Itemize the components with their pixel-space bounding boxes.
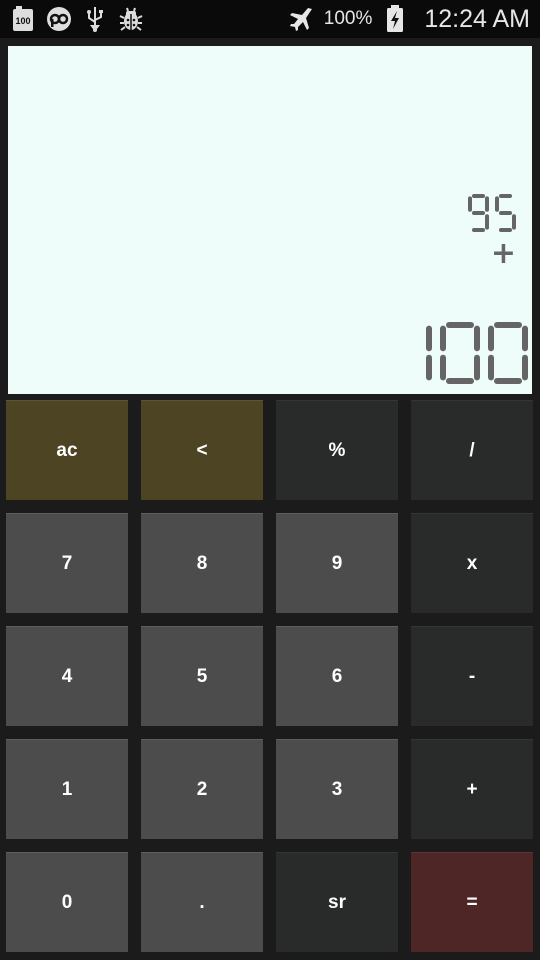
add-button[interactable]: + <box>411 739 533 839</box>
segment-b <box>426 325 432 352</box>
divide-button[interactable]: / <box>411 400 533 500</box>
segment-d <box>499 228 512 232</box>
segment-a <box>446 322 474 328</box>
subtract-button[interactable]: - <box>411 626 533 726</box>
digit-0-button[interactable]: 0 <box>6 852 128 952</box>
current-number-digits <box>426 322 528 384</box>
bug-icon <box>118 6 144 32</box>
segment-e <box>440 354 446 381</box>
segment-a <box>494 322 522 328</box>
usb-icon <box>82 6 108 32</box>
segment-d <box>472 228 485 232</box>
calculator-display: + <box>8 46 532 394</box>
digit-2-button[interactable]: 2 <box>141 739 263 839</box>
equals-button[interactable]: = <box>411 852 533 952</box>
all-clear-button[interactable]: ac <box>6 400 128 500</box>
segment-c <box>512 214 516 230</box>
status-bar: 100 100% 12:24 AM <box>0 0 540 38</box>
segment-b <box>485 196 489 212</box>
decimal-point-button[interactable]: . <box>141 852 263 952</box>
segment-f <box>495 196 499 212</box>
battery-100-icon: 100 <box>10 6 36 32</box>
segment-g <box>499 211 512 215</box>
segment-d <box>446 378 474 384</box>
segment-c <box>474 354 480 381</box>
multiply-button[interactable]: x <box>411 513 533 613</box>
segment-f <box>440 325 446 352</box>
previous-number-digits <box>468 194 516 232</box>
segment-a <box>472 194 485 198</box>
square-root-button[interactable]: sr <box>276 852 398 952</box>
segment-b <box>474 325 480 352</box>
digit-3-button[interactable]: 3 <box>276 739 398 839</box>
battery-charging-icon <box>382 5 408 32</box>
segment-d <box>494 378 522 384</box>
backspace-button[interactable]: < <box>141 400 263 500</box>
svg-text:100: 100 <box>15 16 30 26</box>
segment-f <box>488 325 494 352</box>
percent-button[interactable]: % <box>276 400 398 500</box>
digit-9-button[interactable]: 9 <box>276 513 398 613</box>
segment-b <box>522 325 528 352</box>
segment-a <box>499 194 512 198</box>
previous-number <box>468 194 516 237</box>
digit-1-button[interactable]: 1 <box>6 739 128 839</box>
airplane-icon <box>288 6 314 32</box>
current-number <box>392 322 528 389</box>
keypad: ac <%/ 7 8 9 x 4 5 6- 1 2 3 +0. sr = <box>0 400 540 960</box>
segment-c <box>485 214 489 230</box>
clock: 12:24 AM <box>424 4 530 33</box>
digit-6-button[interactable]: 6 <box>276 626 398 726</box>
segment-f <box>468 196 472 212</box>
battery-percent: 100% <box>323 8 373 29</box>
segment-e <box>488 354 494 381</box>
system-icons: 100% 12:24 AM <box>288 5 530 34</box>
digit-8-button[interactable]: 8 <box>141 513 263 613</box>
notification-icons: 100 <box>10 6 144 32</box>
digit-7-button[interactable]: 7 <box>6 513 128 613</box>
pending-operator: + <box>490 236 516 271</box>
digit-5-button[interactable]: 5 <box>141 626 263 726</box>
segment-c <box>426 354 432 381</box>
segment-g <box>472 211 485 215</box>
pa-logo-icon <box>46 6 72 32</box>
segment-c <box>522 354 528 381</box>
digit-4-button[interactable]: 4 <box>6 626 128 726</box>
